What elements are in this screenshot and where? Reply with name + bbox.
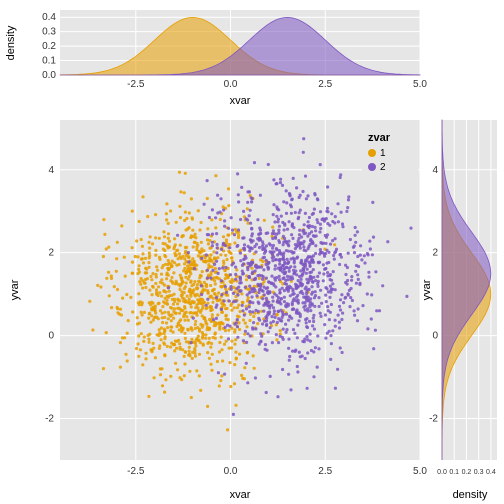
svg-text:0.2: 0.2 xyxy=(462,469,472,476)
legend-title: zvar xyxy=(368,132,412,144)
svg-text:0.2: 0.2 xyxy=(42,41,56,52)
svg-text:2.5: 2.5 xyxy=(318,466,332,477)
svg-text:2: 2 xyxy=(432,248,438,259)
svg-text:0.1: 0.1 xyxy=(449,469,459,476)
top-ylabel: density xyxy=(5,25,17,60)
svg-text:0.0: 0.0 xyxy=(42,70,56,81)
svg-text:-2.5: -2.5 xyxy=(127,466,145,477)
svg-text:5.0: 5.0 xyxy=(413,79,427,90)
svg-text:0: 0 xyxy=(48,331,54,342)
right-ylabel: yvar xyxy=(421,279,433,300)
right-xlabel: density xyxy=(453,489,488,501)
svg-text:0.0: 0.0 xyxy=(437,469,447,476)
legend-label-2: 2 xyxy=(380,162,386,173)
svg-text:2: 2 xyxy=(48,248,54,259)
svg-text:0: 0 xyxy=(432,331,438,342)
svg-text:0.0: 0.0 xyxy=(224,79,238,90)
right-density-plot: 0.00.10.20.30.4 -2 0 2 4 density yvar xyxy=(420,110,504,504)
top-xlabel: xvar xyxy=(230,95,251,107)
main-xlabel: xvar xyxy=(230,489,251,501)
svg-text:0.1: 0.1 xyxy=(42,56,56,67)
legend-item-2: 2 xyxy=(368,160,412,174)
legend-swatch-2 xyxy=(368,163,376,171)
main-ylabel: yvar xyxy=(9,279,21,300)
svg-text:0.4: 0.4 xyxy=(486,469,496,476)
svg-text:4: 4 xyxy=(48,165,54,176)
svg-text:0.3: 0.3 xyxy=(42,27,56,38)
svg-text:2.5: 2.5 xyxy=(318,79,332,90)
legend-swatch-1 xyxy=(368,149,376,157)
legend-label-1: 1 xyxy=(380,148,386,159)
top-density-plot: -2.5 0.0 2.5 5.0 0.0 0.1 0.2 0.3 0.4 xvar densi… xyxy=(0,0,504,110)
svg-text:-2: -2 xyxy=(45,414,54,425)
svg-text:0.0: 0.0 xyxy=(224,466,238,477)
svg-text:-2: -2 xyxy=(429,414,438,425)
svg-text:-2.5: -2.5 xyxy=(127,79,145,90)
legend: zvar 1 2 xyxy=(362,128,418,178)
svg-text:4: 4 xyxy=(432,165,438,176)
svg-text:0.3: 0.3 xyxy=(474,469,484,476)
svg-text:0.4: 0.4 xyxy=(42,12,56,23)
legend-item-1: 1 xyxy=(368,146,412,160)
